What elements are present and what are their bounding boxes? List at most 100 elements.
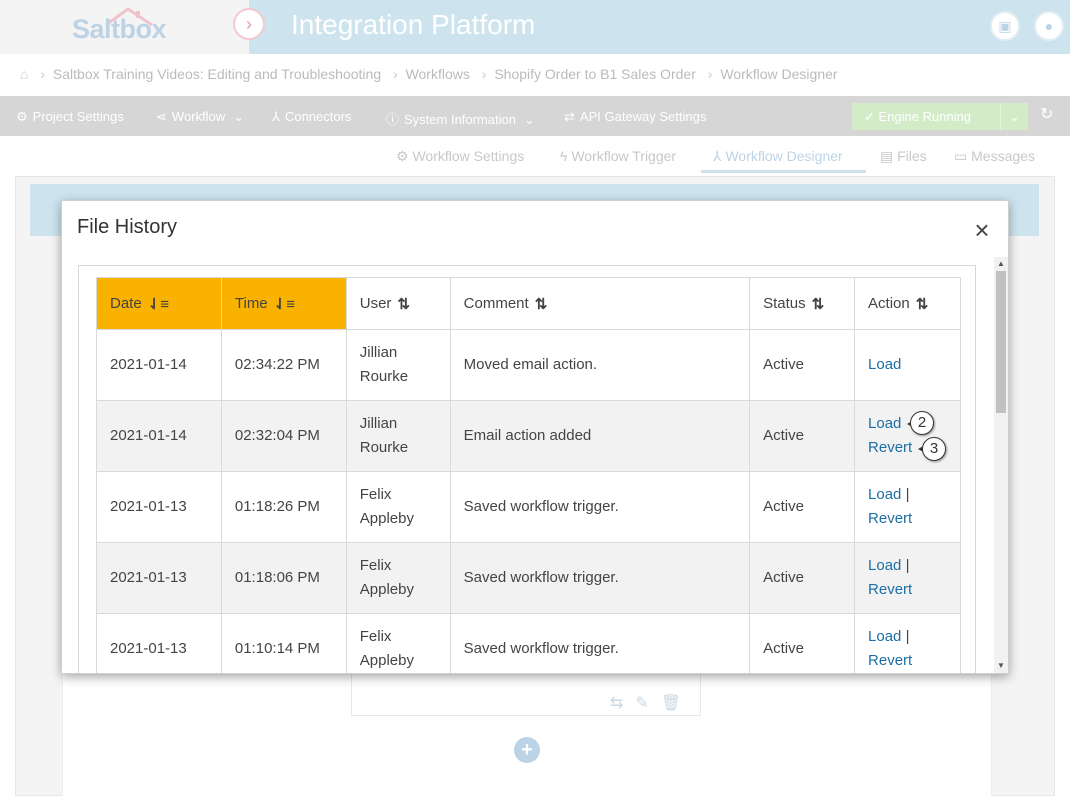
user-cell: Jillian Rourke — [345, 329, 451, 401]
scroll-up-icon[interactable]: ▲ — [994, 257, 1008, 271]
time-cell: 01:18:26 PM — [220, 471, 347, 543]
column-header-comment[interactable]: Comment ⇅ — [449, 277, 751, 330]
table-header-row: Date ⇃≡ Time ⇃≡ User ⇅ Comment ⇅ Status ⇅ Act… — [96, 277, 961, 330]
user-icon[interactable]: ● — [1034, 11, 1064, 41]
status-cell: Active — [749, 613, 856, 673]
refresh-icon[interactable]: ↻ — [1040, 104, 1053, 124]
info-icon: ⓘ — [386, 112, 400, 127]
comment-cell: Moved email action. — [449, 329, 751, 401]
revert-link[interactable]: Revert — [868, 439, 912, 456]
home-icon[interactable]: ⌂ — [20, 66, 28, 82]
time-cell: 01:10:14 PM — [220, 613, 347, 673]
breadcrumb-item[interactable]: Shopify Order to B1 Sales Order — [494, 66, 696, 82]
load-link[interactable]: Load — [868, 628, 901, 645]
connectors-button[interactable]: ⅄ Connectors — [272, 109, 351, 125]
collapse-icon[interactable]: ⇆ — [610, 695, 635, 712]
action-separator: | — [905, 557, 910, 574]
tab-messages[interactable]: ▭ Messages — [954, 148, 1035, 165]
time-cell: 02:32:04 PM — [220, 400, 347, 472]
table-container: Date ⇃≡ Time ⇃≡ User ⇅ Comment ⇅ Status ⇅ Act… — [78, 265, 976, 673]
date-cell: 2021-01-13 — [96, 471, 222, 543]
column-header-action[interactable]: Action ⇅ — [854, 277, 961, 330]
breadcrumb-item[interactable]: Saltbox Training Videos: Editing and Tro… — [53, 66, 381, 82]
chevron-down-icon: ⌄ — [524, 112, 535, 127]
load-link[interactable]: Load — [868, 356, 901, 373]
comment-cell: Email action added — [449, 400, 751, 472]
bolt-icon: ϟ — [560, 148, 572, 164]
node-actions: ⇆✎🗑 — [610, 693, 693, 713]
modal-title: File History — [77, 216, 178, 238]
gear-icon: ⚙ — [396, 148, 413, 164]
close-icon[interactable]: × — [970, 217, 994, 243]
chevron-down-icon[interactable]: ⌄ — [1000, 103, 1028, 130]
chevron-down-icon: ⌄ — [233, 109, 245, 124]
revert-link[interactable]: Revert — [868, 581, 912, 598]
action-cell: Load Revert — [854, 400, 961, 472]
table-row: 2021-01-13 01:18:26 PM Felix Appleby Save… — [96, 471, 961, 543]
load-link[interactable]: Load — [868, 415, 901, 432]
briefcase-icon[interactable]: ▣ — [990, 11, 1020, 41]
status-cell: Active — [749, 471, 856, 543]
date-cell: 2021-01-13 — [96, 613, 222, 673]
breadcrumb: ⌂ › Saltbox Training Videos: Editing and… — [20, 66, 838, 82]
column-header-user[interactable]: User ⇅ — [345, 277, 451, 330]
tab-files[interactable]: ▤ Files — [880, 148, 927, 165]
comment-cell: Saved workflow trigger. — [449, 542, 751, 614]
action-separator: | — [905, 486, 910, 503]
breadcrumb-item[interactable]: Workflows — [406, 66, 470, 82]
connectors-icon: ⅄ — [713, 148, 726, 164]
user-cell: Felix Appleby — [345, 471, 451, 543]
edit-icon[interactable]: ✎ — [635, 695, 660, 712]
file-icon: ▤ — [880, 148, 898, 164]
action-cell: Load | Revert — [854, 613, 961, 673]
date-cell: 2021-01-14 — [96, 400, 222, 472]
user-cell: Jillian Rourke — [345, 400, 451, 472]
action-cell: Load | Revert — [854, 471, 961, 543]
tab-workflow-trigger[interactable]: ϟ Workflow Trigger — [560, 148, 676, 164]
add-node-button[interactable]: + — [514, 737, 540, 763]
system-information-menu[interactable]: ⓘ System Information ⌄ — [386, 109, 535, 128]
check-icon: ✓ — [864, 109, 879, 124]
sort-desc-icon: ⇃≡ — [273, 295, 295, 313]
date-cell: 2021-01-14 — [96, 329, 222, 401]
tab-workflow-designer[interactable]: ⅄ Workflow Designer — [713, 148, 843, 165]
table-row: 2021-01-13 01:18:06 PM Felix Appleby Save… — [96, 542, 961, 614]
swap-icon: ⇄ — [564, 109, 575, 124]
user-cell: Felix Appleby — [345, 613, 451, 673]
date-cell: 2021-01-13 — [96, 542, 222, 614]
status-cell: Active — [749, 542, 856, 614]
sidebar-toggle-button[interactable]: › — [233, 8, 265, 40]
revert-link[interactable]: Revert — [868, 652, 912, 669]
tab-workflow-settings[interactable]: ⚙ Workflow Settings — [396, 148, 524, 165]
sort-icon: ⇅ — [811, 295, 825, 313]
sort-icon: ⇅ — [534, 295, 548, 313]
file-history-table: Date ⇃≡ Time ⇃≡ User ⇅ Comment ⇅ Status ⇅ Act… — [96, 277, 961, 673]
trash-icon[interactable]: 🗑 — [661, 695, 693, 712]
workflow-menu[interactable]: ⋖ Workflow ⌄ — [156, 109, 244, 125]
revert-link[interactable]: Revert — [868, 510, 912, 527]
column-header-time[interactable]: Time ⇃≡ — [220, 277, 347, 330]
load-link[interactable]: Load — [868, 557, 901, 574]
time-cell: 01:18:06 PM — [220, 542, 347, 614]
gear-icon: ⚙ — [16, 109, 28, 124]
sort-icon: ⇅ — [915, 295, 929, 313]
load-link[interactable]: Load — [868, 486, 901, 503]
table-row: 2021-01-14 02:32:04 PM Jillian Rourke Ema… — [96, 400, 961, 472]
api-gateway-settings-button[interactable]: ⇄ API Gateway Settings — [564, 109, 706, 125]
scroll-down-icon[interactable]: ▼ — [994, 659, 1008, 673]
scrollbar-thumb[interactable] — [996, 271, 1006, 413]
action-cell: Load | Revert — [854, 542, 961, 614]
sort-desc-icon: ⇃≡ — [147, 295, 170, 313]
comment-cell: Saved workflow trigger. — [449, 471, 751, 543]
project-settings-button[interactable]: ⚙ Project Settings — [16, 109, 124, 125]
column-header-date[interactable]: Date ⇃≡ — [96, 277, 222, 330]
callout-badge: 3 — [922, 437, 946, 461]
modal-scrollbar[interactable]: ▲ ▼ — [994, 257, 1008, 673]
action-cell: Load — [854, 329, 961, 401]
table-row: 2021-01-14 02:34:22 PM Jillian Rourke Mov… — [96, 329, 961, 401]
engine-status-button[interactable]: ✓ Engine Running ⌄ — [852, 103, 1028, 130]
sort-icon: ⇅ — [397, 295, 410, 313]
logo: Saltbox — [72, 14, 167, 44]
column-header-status[interactable]: Status ⇅ — [749, 277, 856, 330]
user-cell: Felix Appleby — [345, 542, 451, 614]
